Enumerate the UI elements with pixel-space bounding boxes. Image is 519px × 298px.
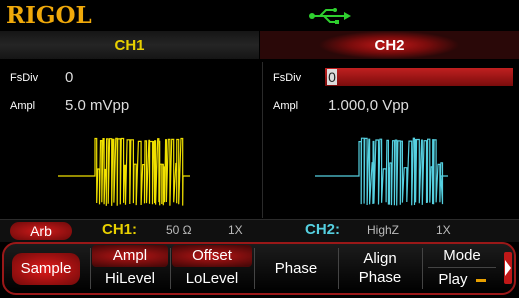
status-ch1-impedance: 50 Ω xyxy=(166,223,192,237)
mode-label: Mode xyxy=(443,247,481,264)
status-ch2-label: CH2: xyxy=(305,221,341,238)
next-page-arrow-icon[interactable] xyxy=(504,252,512,284)
ch2-ampl-label: Ampl xyxy=(273,100,299,112)
softkey-divider xyxy=(338,248,339,289)
hilevel-label: HiLevel xyxy=(104,270,156,287)
waveform-trace xyxy=(315,137,448,206)
align-label: Align xyxy=(363,250,397,267)
tab-ch2-label: CH2 xyxy=(374,37,405,54)
sample-button[interactable]: Sample xyxy=(8,244,86,293)
ch1-ampl-label: Ampl xyxy=(10,100,36,112)
waveform-trace xyxy=(58,137,190,206)
softkey-divider xyxy=(422,248,423,289)
phase-button[interactable]: Phase xyxy=(256,244,336,293)
ch2-panel: FsDiv 0 Ampl 1.000,0 Vpp xyxy=(262,62,519,218)
softkey-divider xyxy=(254,248,255,289)
phase-label: Phase xyxy=(274,260,318,277)
rigol-logo: RIGOL xyxy=(6,2,92,29)
status-ch2-multiplier: 1X xyxy=(436,223,451,237)
mode-button[interactable]: Mode Play xyxy=(424,244,500,293)
ch1-fsdiv-label: FsDiv xyxy=(10,72,39,84)
usb-icon xyxy=(309,8,351,24)
ch2-ampl-value[interactable]: 1.000,0 Vpp xyxy=(328,97,409,114)
ch1-fsdiv-value[interactable]: 0 xyxy=(65,69,73,86)
tab-ch2[interactable]: CH2 xyxy=(260,31,519,59)
ch2-waveform xyxy=(315,137,448,206)
tab-ch1-label: CH1 xyxy=(114,37,145,54)
ampl-hilevel-button[interactable]: Ampl HiLevel xyxy=(92,244,168,293)
ch1-panel: FsDiv 0 Ampl 5.0 mVpp xyxy=(0,62,258,218)
mode-value: Play xyxy=(438,271,468,288)
softkey-divider xyxy=(90,248,91,289)
ampl-label: Ampl xyxy=(92,245,168,267)
status-ch1-multiplier: 1X xyxy=(228,223,243,237)
ch1-ampl-value[interactable]: 5.0 mVpp xyxy=(65,97,129,114)
offset-label: Offset xyxy=(172,245,252,267)
mode-value-row: Play xyxy=(428,267,496,292)
status-ch2-impedance: HighZ xyxy=(367,223,400,237)
status-bar: Arb CH1: 50 Ω 1X CH2: HighZ 1X xyxy=(0,219,519,242)
tab-ch1[interactable]: CH1 xyxy=(0,31,259,59)
ch1-waveform xyxy=(58,137,190,206)
ch2-fsdiv-field[interactable] xyxy=(325,68,513,86)
align-phase-button[interactable]: Align Phase xyxy=(340,244,420,293)
softkey-divider xyxy=(170,248,171,289)
mode-badge[interactable]: Arb xyxy=(10,222,72,240)
mode-dropdown-icon xyxy=(475,278,486,282)
align-phase-label: Phase xyxy=(358,269,402,286)
ch2-fsdiv-label: FsDiv xyxy=(273,72,302,84)
lolevel-label: LoLevel xyxy=(185,270,239,287)
offset-lolevel-button[interactable]: Offset LoLevel xyxy=(172,244,252,293)
status-ch1-label: CH1: xyxy=(102,221,138,238)
ch2-fsdiv-value[interactable]: 0 xyxy=(327,69,337,85)
softkey-bar: Sample Ampl HiLevel Offset LoLevel Phase… xyxy=(2,242,516,295)
top-bar: RIGOL xyxy=(0,0,519,30)
sample-button-label: Sample xyxy=(12,253,80,285)
